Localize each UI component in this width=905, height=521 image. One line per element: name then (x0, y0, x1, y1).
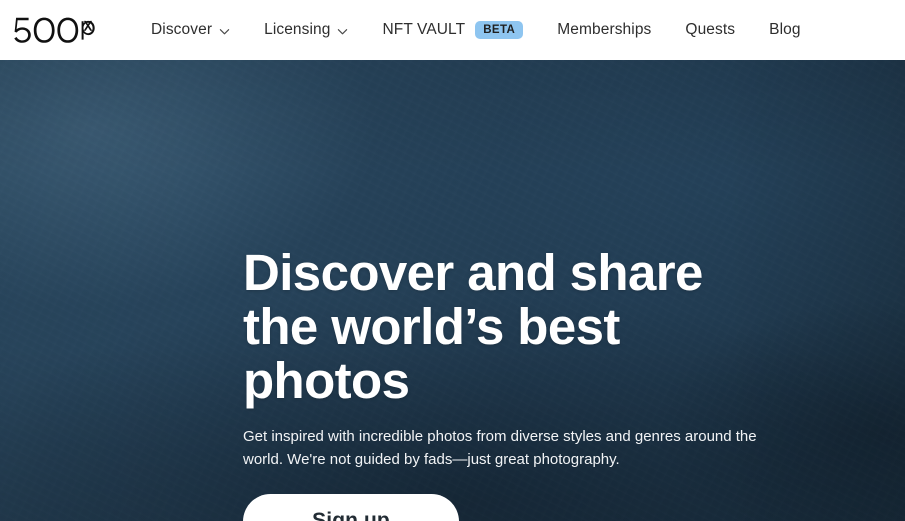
nav-item-memberships[interactable]: Memberships (540, 0, 668, 60)
nav-item-label: Blog (769, 21, 801, 39)
main-navigation-bar: Discover Licensing NFT VAULT BETA Member… (0, 0, 905, 60)
hero-section: Discover and share the world’s best phot… (0, 60, 905, 521)
beta-badge: BETA (475, 20, 524, 40)
nav-item-discover[interactable]: Discover (134, 0, 247, 60)
hero-content: Discover and share the world’s best phot… (243, 244, 843, 521)
nav-item-label: Licensing (264, 21, 331, 39)
nav-item-label: Discover (151, 21, 213, 39)
chevron-down-icon (219, 26, 230, 37)
sign-up-button[interactable]: Sign up (243, 493, 459, 521)
page-root: Discover Licensing NFT VAULT BETA Member… (0, 0, 905, 521)
nav-item-licensing[interactable]: Licensing (247, 0, 365, 60)
nav-item-label: Quests (685, 21, 736, 39)
nav-links-list: Discover Licensing NFT VAULT BETA Member… (134, 0, 818, 60)
nav-item-label: Memberships (557, 21, 652, 39)
nav-item-blog[interactable]: Blog (752, 0, 817, 60)
page-title: Discover and share the world’s best phot… (243, 244, 703, 410)
nav-item-label: NFT VAULT (382, 21, 466, 39)
hero-subtitle: Get inspired with incredible photos from… (243, 428, 757, 468)
chevron-down-icon (337, 26, 348, 37)
500px-logo[interactable] (14, 17, 100, 43)
nav-item-quests[interactable]: Quests (668, 0, 752, 60)
nav-item-nft-vault[interactable]: NFT VAULT BETA (365, 0, 540, 60)
